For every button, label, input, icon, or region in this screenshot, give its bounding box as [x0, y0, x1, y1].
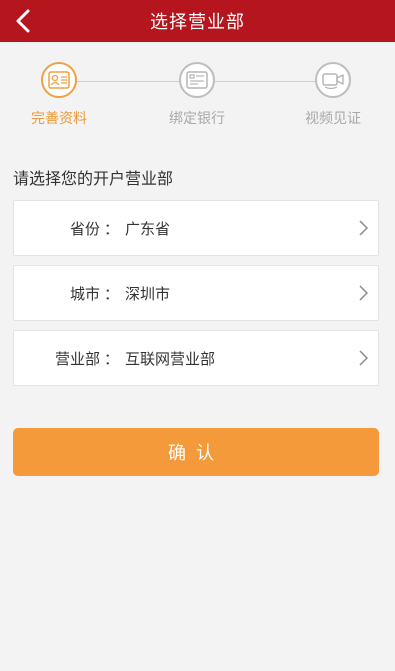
branch-selector[interactable]: 营业部 ： 互联网营业部 — [13, 330, 379, 386]
step-circle — [315, 62, 351, 98]
branch-label: 营业部 — [54, 349, 100, 368]
city-selector[interactable]: 城市 ： 深圳市 — [13, 265, 379, 321]
step-label: 完善资料 — [31, 111, 87, 127]
province-value: 广东省 — [125, 219, 171, 238]
chevron-left-icon — [16, 9, 30, 33]
city-value: 深圳市 — [125, 284, 171, 303]
step-video-verify: 视频见证 — [288, 62, 378, 128]
step-complete-info: 完善资料 — [14, 62, 104, 128]
section-title: 请选择您的开户营业部 — [13, 169, 174, 188]
back-button[interactable] — [8, 6, 38, 36]
branch-value: 互联网营业部 — [125, 349, 216, 368]
chevron-right-icon — [348, 265, 378, 321]
step-circle — [41, 62, 77, 98]
bank-card-icon — [186, 71, 208, 89]
app-header: 选择营业部 — [0, 0, 395, 42]
chevron-right-icon — [348, 200, 378, 256]
step-circle — [179, 62, 215, 98]
colon: ： — [104, 349, 120, 368]
colon: ： — [104, 284, 120, 303]
province-selector[interactable]: 省份 ： 广东省 — [13, 200, 379, 256]
video-icon — [322, 73, 344, 89]
step-label: 视频见证 — [305, 111, 361, 127]
step-label: 绑定银行 — [169, 111, 225, 127]
colon: ： — [104, 219, 120, 238]
chevron-right-icon — [348, 330, 378, 386]
step-bind-bank: 绑定银行 — [152, 62, 242, 128]
city-label: 城市 — [69, 284, 100, 303]
confirm-button[interactable]: 确认 — [13, 428, 379, 476]
page-title: 选择营业部 — [150, 12, 245, 33]
progress-steps: 完善资料 绑定银行 视频见证 — [0, 62, 395, 132]
id-card-icon — [48, 71, 70, 89]
province-label: 省份 — [69, 219, 100, 238]
